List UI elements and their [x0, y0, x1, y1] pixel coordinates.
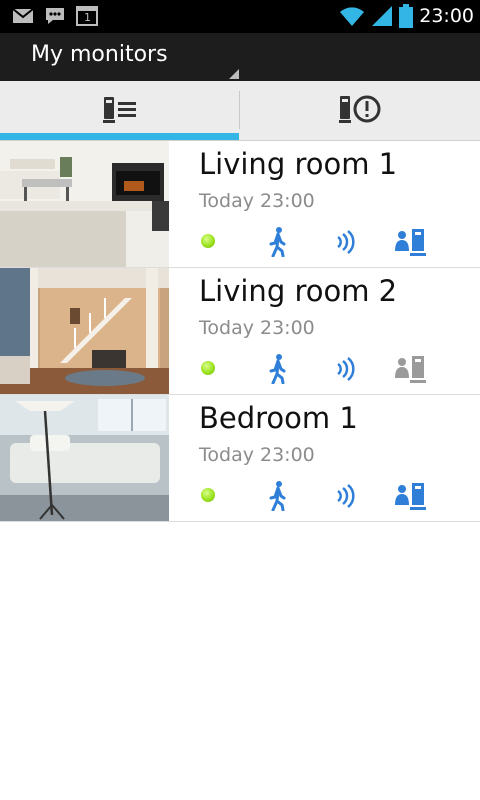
- monitor-time: Today 23:00: [199, 444, 315, 466]
- monitors-spinner[interactable]: My monitors: [0, 33, 242, 81]
- monitor-name: Bedroom 1: [199, 401, 358, 435]
- presence-icon: [395, 229, 426, 256]
- tab-monitor-list[interactable]: [0, 81, 240, 141]
- monitor-time: Today 23:00: [199, 190, 315, 212]
- battery-icon: [399, 4, 414, 28]
- living-room-2-photo: [0, 268, 169, 394]
- signal-icon: [372, 6, 393, 26]
- wifi-icon: [340, 7, 365, 26]
- motion-icon: [269, 481, 286, 511]
- tab-bar: [0, 81, 480, 141]
- sound-icon: [337, 357, 355, 381]
- monitor-list-icon: [103, 97, 136, 123]
- monitor-alert-icon: [339, 95, 381, 123]
- online-status-icon: [201, 361, 215, 375]
- spinner-title: My monitors: [31, 42, 168, 67]
- action-bar: My monitors: [0, 33, 480, 81]
- sound-icon: [337, 230, 355, 254]
- motion-icon: [269, 354, 286, 384]
- gmail-icon: [12, 8, 34, 23]
- monitor-row[interactable]: Living room 2 Today 23:00: [0, 268, 480, 395]
- sound-icon: [337, 484, 355, 508]
- calendar-day: 1: [84, 11, 91, 24]
- selected-tab-indicator: [0, 133, 239, 140]
- online-status-icon: [201, 234, 215, 248]
- monitor-name: Living room 1: [199, 147, 398, 181]
- chat-icon: [46, 8, 64, 24]
- tab-divider: [239, 91, 240, 129]
- monitor-status-icons: [199, 354, 439, 384]
- presence-icon: [395, 483, 426, 510]
- monitor-list: Living room 1 Today 23:00 Living room 2 …: [0, 141, 480, 522]
- motion-icon: [269, 227, 286, 257]
- presence-icon: [395, 356, 426, 383]
- calendar-icon: 1: [76, 6, 98, 26]
- online-status-icon: [201, 488, 215, 502]
- monitor-time: Today 23:00: [199, 317, 315, 339]
- monitor-status-icons: [199, 227, 439, 257]
- living-room-1-photo: [0, 141, 169, 267]
- dropdown-arrow-icon: [229, 69, 239, 79]
- status-bar: 1 23:00: [0, 0, 480, 33]
- monitor-status-icons: [199, 481, 439, 511]
- monitor-name: Living room 2: [199, 274, 398, 308]
- bedroom-1-photo: [0, 395, 169, 521]
- monitor-row[interactable]: Bedroom 1 Today 23:00: [0, 395, 480, 522]
- monitor-row[interactable]: Living room 1 Today 23:00: [0, 141, 480, 268]
- clock: 23:00: [419, 5, 474, 27]
- tab-alerts[interactable]: [241, 81, 480, 141]
